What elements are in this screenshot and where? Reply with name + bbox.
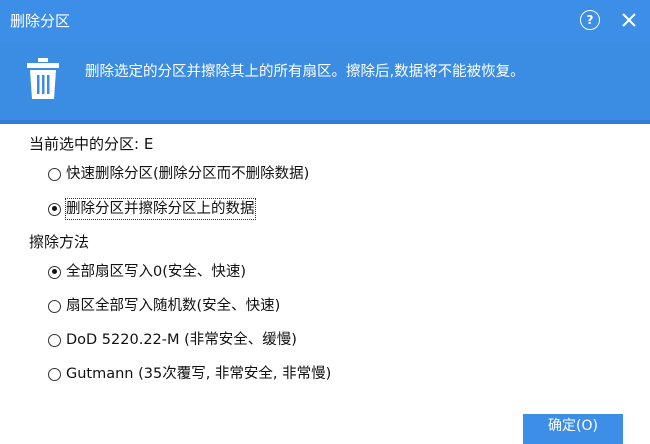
radio-quick-delete[interactable]: [48, 167, 61, 181]
info-banner: 删除选定的分区并擦除其上的所有扇区。擦除后,数据将不能被恢复。: [0, 42, 650, 120]
current-partition-label: 当前选中的分区: E: [29, 135, 154, 153]
help-icon: ?: [586, 13, 594, 27]
option-write-random[interactable]: 扇区全部写入随机数(安全、快速): [48, 295, 280, 317]
banner-description: 删除选定的分区并擦除其上的所有扇区。擦除后,数据将不能被恢复。: [85, 64, 525, 80]
option-delete-and-wipe-label: 删除分区并擦除分区上的数据: [65, 198, 256, 220]
close-icon: [622, 13, 636, 27]
option-write-random-label: 扇区全部写入随机数(安全、快速): [66, 298, 281, 314]
trash-icon: [27, 58, 59, 99]
option-delete-and-wipe[interactable]: 删除分区并擦除分区上的数据: [48, 198, 256, 220]
banner-divider: [0, 120, 650, 124]
option-gutmann[interactable]: Gutmann (35次覆写, 非常安全, 非常慢): [48, 363, 331, 385]
radio-dod[interactable]: [48, 333, 61, 347]
radio-delete-and-wipe[interactable]: [48, 202, 61, 216]
option-write-zero[interactable]: 全部扇区写入0(安全、快速): [48, 261, 246, 283]
window-title: 删除分区: [10, 12, 71, 30]
help-button[interactable]: ?: [580, 10, 600, 30]
option-dod[interactable]: DoD 5220.22-M (非常安全、缓慢): [48, 329, 297, 351]
option-gutmann-label: Gutmann (35次覆写, 非常安全, 非常慢): [66, 366, 332, 382]
wipe-method-label: 擦除方法: [29, 233, 90, 251]
option-write-zero-label: 全部扇区写入0(安全、快速): [66, 264, 247, 280]
confirm-button[interactable]: 确定(O): [523, 414, 623, 444]
radio-write-zero[interactable]: [48, 265, 61, 279]
radio-gutmann[interactable]: [48, 367, 61, 381]
radio-write-random[interactable]: [48, 299, 61, 313]
close-button[interactable]: [616, 7, 642, 33]
option-quick-delete[interactable]: 快速删除分区(删除分区而不删除数据): [48, 163, 309, 185]
option-dod-label: DoD 5220.22-M (非常安全、缓慢): [66, 332, 297, 348]
option-quick-delete-label: 快速删除分区(删除分区而不删除数据): [66, 166, 310, 182]
title-bar: 删除分区 ?: [0, 0, 650, 42]
